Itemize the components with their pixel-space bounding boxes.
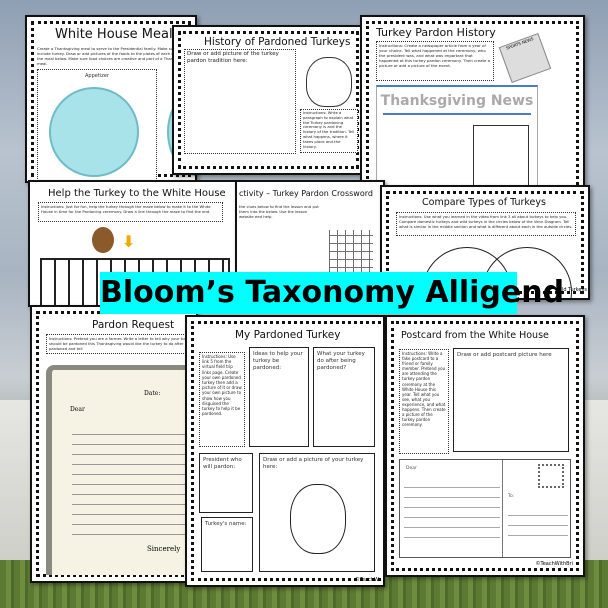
worksheet-instructions: Instructions: Pretend you are a farmer. … [46,334,196,354]
copyright: ©TeachW [354,577,379,583]
worksheet-my-pardoned-turkey: My Pardoned Turkey Instructions: Use lin… [185,315,385,587]
arrow-down-icon: ⬇ [122,232,136,251]
to-label: To: [508,494,515,499]
postcard-back: Dear To: [399,459,571,558]
title-banner: Bloom’s Taxonomy Alligend [100,272,564,314]
worksheet-instructions: Instructions: Write a fake postcard to a… [399,349,449,454]
worksheet-title: Compare Types of Turkeys [422,197,546,208]
turkey-icon [92,227,114,253]
turkey-icon [306,57,352,107]
worksheet-title: Help the Turkey to the White House [48,188,226,199]
worksheet-instructions: Instructions: Use link 5 from the virtua… [199,352,245,447]
worksheet-title: Postcard from the White House [401,330,549,341]
worksheet-title: ctivity – Turkey Pardon Crossword [239,189,373,198]
ideas-box: Ideas to help your turkey be pardoned: [249,347,309,447]
writing-lines [404,478,500,538]
worksheet-instructions: Instructions: Use what you learned in th… [396,212,576,236]
copyright: ©TeachWithBri [535,561,574,567]
turkey-drawing-box: Draw or add a picture of your turkey her… [259,453,375,572]
worksheet-instructions: the clues below to find the lesson and p… [239,204,319,219]
draw-area: Draw or add picture of the turkey pardon… [184,49,296,154]
news-article-area: Thanksgiving News [376,85,538,195]
venn-label: ld Turkeys [562,287,588,293]
worksheet-title: Turkey Pardon History [376,26,496,39]
scroll-paper: Date: Dear Sincerely [46,365,196,575]
plate-icon [49,87,139,177]
date-label: Date: [144,390,161,397]
worksheet-title: History of Pardoned Turkeys [204,36,351,48]
section-label: Appetizer [85,73,109,79]
stamp-icon [538,464,564,488]
president-box: President who will pardon: [199,453,253,513]
dear-label: Dear [70,406,85,413]
worksheet-turkey-pardon-history: Turkey Pardon History Instructions: Crea… [360,15,585,197]
worksheet-instructions: Instructions: Write a paragraph to expla… [300,109,358,153]
closing-label: Sincerely [147,545,181,553]
worksheet-instructions: Instructions: Create a newspaper article… [376,41,494,81]
worksheet-title: My Pardoned Turkey [235,329,341,341]
worksheet-pardon-request: Pardon Request Instructions: Pretend you… [30,305,198,583]
dear-label: Dear [406,466,417,471]
after-pardon-box: What your turkey do after being pardoned… [313,347,375,447]
worksheet-title: White House Meal [55,27,173,42]
news-header: Thanksgiving News [380,93,534,109]
worksheet-postcard: Postcard from the White House Instructio… [385,315,585,577]
worksheet-instructions: Instructions: Just for fun, help the tur… [38,202,223,222]
writing-lines [72,425,196,535]
turkey-name-box: Turkey's name: [201,517,253,572]
worksheet-instructions: Create a Thanksgiving meal to serve to t… [35,45,195,67]
postcard-picture-box: Draw or add postcard picture here [453,348,569,452]
turkey-icon [290,484,346,554]
worksheet-title: Pardon Request [92,319,175,331]
worksheet-history-pardoned-turkeys: History of Pardoned Turkeys Draw or add … [172,25,365,175]
